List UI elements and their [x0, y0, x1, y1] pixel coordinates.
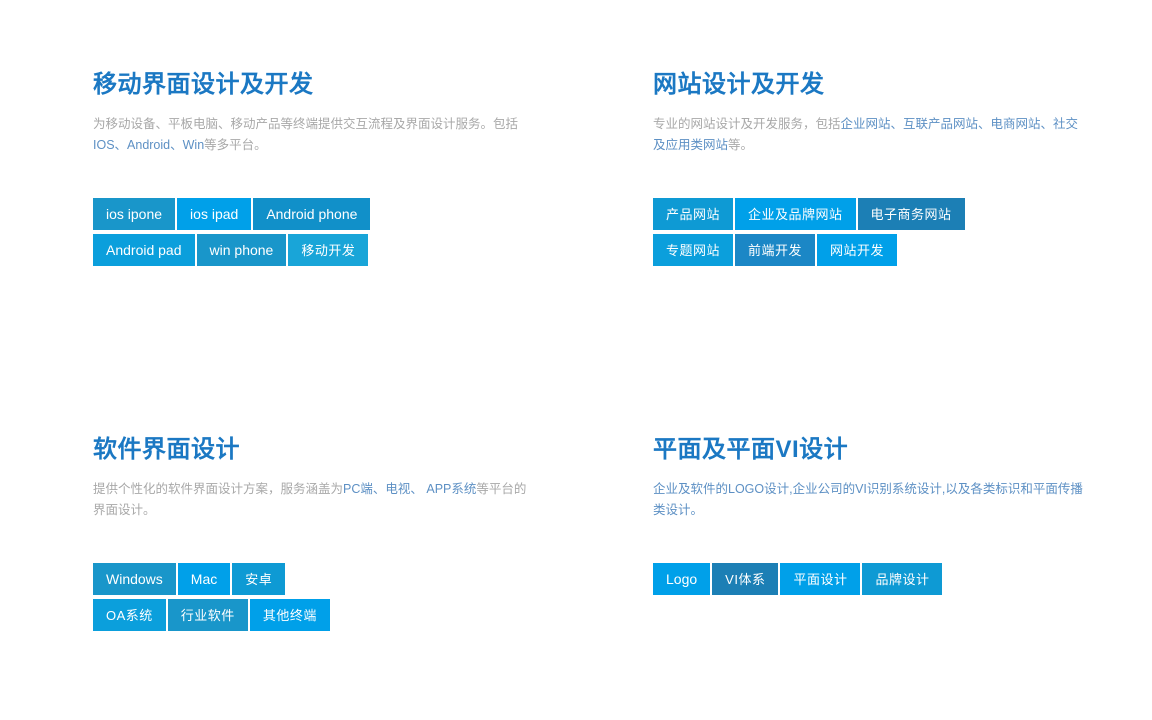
- tag-chip[interactable]: Android phone: [253, 198, 371, 231]
- tag-chip[interactable]: 企业及品牌网站: [735, 198, 856, 231]
- tag-chip[interactable]: 前端开发: [735, 234, 816, 267]
- panel-description: 提供个性化的软件界面设计方案，服务涵盖为PC端、电视、 APP系统等平台的界面设…: [93, 479, 528, 521]
- desc-link[interactable]: 企业及软件的LOGO设计,企业公司的VI识别系统设计,以及各类标识和平面传播类设…: [653, 482, 1083, 517]
- tag-chip[interactable]: 安卓: [232, 563, 286, 596]
- desc-plain: 为移动设备、平板电脑、移动产品等终端提供交互流程及界面设计服务。包括: [93, 117, 519, 132]
- tag-list: Windows Mac 安卓 OA系统 行业软件 其他终端: [93, 563, 533, 632]
- desc-plain: 专业的网站设计及开发服务，包括: [653, 117, 841, 132]
- tag-chip[interactable]: 品牌设计: [862, 563, 943, 596]
- tag-chip[interactable]: Windows: [93, 563, 176, 596]
- service-panel-website-design: 网站设计及开发 专业的网站设计及开发服务，包括企业网站、互联产品网站、电商网站、…: [560, 0, 1120, 365]
- tag-chip[interactable]: OA系统: [93, 599, 166, 632]
- panel-title: 网站设计及开发: [653, 71, 825, 98]
- service-panel-mobile-ui-design: 移动界面设计及开发 为移动设备、平板电脑、移动产品等终端提供交互流程及界面设计服…: [0, 0, 560, 365]
- services-grid: 移动界面设计及开发 为移动设备、平板电脑、移动产品等终端提供交互流程及界面设计服…: [0, 0, 1152, 720]
- panel-title: 平面及平面VI设计: [653, 436, 849, 463]
- tag-chip[interactable]: 行业软件: [167, 599, 248, 632]
- tag-list: Logo VI体系 平面设计 品牌设计: [653, 563, 1093, 596]
- desc-link[interactable]: IOS、Android、Win: [93, 138, 204, 152]
- tag-chip[interactable]: 专题网站: [653, 234, 734, 267]
- panel-description: 为移动设备、平板电脑、移动产品等终端提供交互流程及界面设计服务。包括 IOS、An…: [93, 114, 528, 156]
- tag-chip[interactable]: VI体系: [712, 563, 779, 596]
- tag-row: Logo VI体系 平面设计 品牌设计: [653, 563, 1093, 596]
- tag-chip[interactable]: 平面设计: [780, 563, 861, 596]
- tag-chip[interactable]: 网站开发: [817, 234, 898, 267]
- tag-row: Android pad win phone 移动开发: [93, 234, 533, 267]
- panel-title: 移动界面设计及开发: [93, 71, 314, 98]
- tag-chip[interactable]: ios ipad: [177, 198, 252, 231]
- tag-list: ios ipone ios ipad Android phone Android…: [93, 198, 533, 267]
- tag-chip[interactable]: 移动开发: [288, 234, 369, 267]
- desc-tail: 等。: [728, 138, 754, 153]
- desc-plain: 提供个性化的软件界面设计方案，服务涵盖为: [93, 482, 344, 497]
- tag-chip[interactable]: Logo: [653, 563, 711, 596]
- tag-row: Windows Mac 安卓: [93, 563, 533, 596]
- tag-chip[interactable]: 其他终端: [249, 599, 330, 632]
- panel-title: 软件界面设计: [93, 436, 240, 463]
- tag-row: ios ipone ios ipad Android phone: [93, 198, 533, 231]
- tag-chip[interactable]: Android pad: [93, 234, 195, 267]
- panel-description: 企业及软件的LOGO设计,企业公司的VI识别系统设计,以及各类标识和平面传播类设…: [653, 479, 1088, 521]
- desc-tail: 等多平台。: [204, 138, 267, 153]
- tag-list: 产品网站 企业及品牌网站 电子商务网站 专题网站 前端开发 网站开发: [653, 198, 1093, 267]
- tag-row: 产品网站 企业及品牌网站 电子商务网站: [653, 198, 1093, 231]
- service-panel-software-ui-design: 软件界面设计 提供个性化的软件界面设计方案，服务涵盖为PC端、电视、 APP系统…: [0, 365, 560, 720]
- service-panel-graphic-vi-design: 平面及平面VI设计 企业及软件的LOGO设计,企业公司的VI识别系统设计,以及各…: [560, 365, 1120, 720]
- tag-chip[interactable]: 产品网站: [653, 198, 734, 231]
- tag-chip[interactable]: Mac: [177, 563, 231, 596]
- tag-chip[interactable]: win phone: [196, 234, 287, 267]
- tag-row: 专题网站 前端开发 网站开发: [653, 234, 1093, 267]
- panel-description: 专业的网站设计及开发服务，包括企业网站、互联产品网站、电商网站、社交及应用类网站…: [653, 114, 1088, 156]
- tag-row: OA系统 行业软件 其他终端: [93, 599, 533, 632]
- tag-chip[interactable]: ios ipone: [93, 198, 176, 231]
- services-page: 移动界面设计及开发 为移动设备、平板电脑、移动产品等终端提供交互流程及界面设计服…: [0, 0, 1152, 720]
- tag-chip[interactable]: 电子商务网站: [857, 198, 965, 231]
- desc-link[interactable]: PC端、电视、 APP系统: [343, 482, 476, 496]
